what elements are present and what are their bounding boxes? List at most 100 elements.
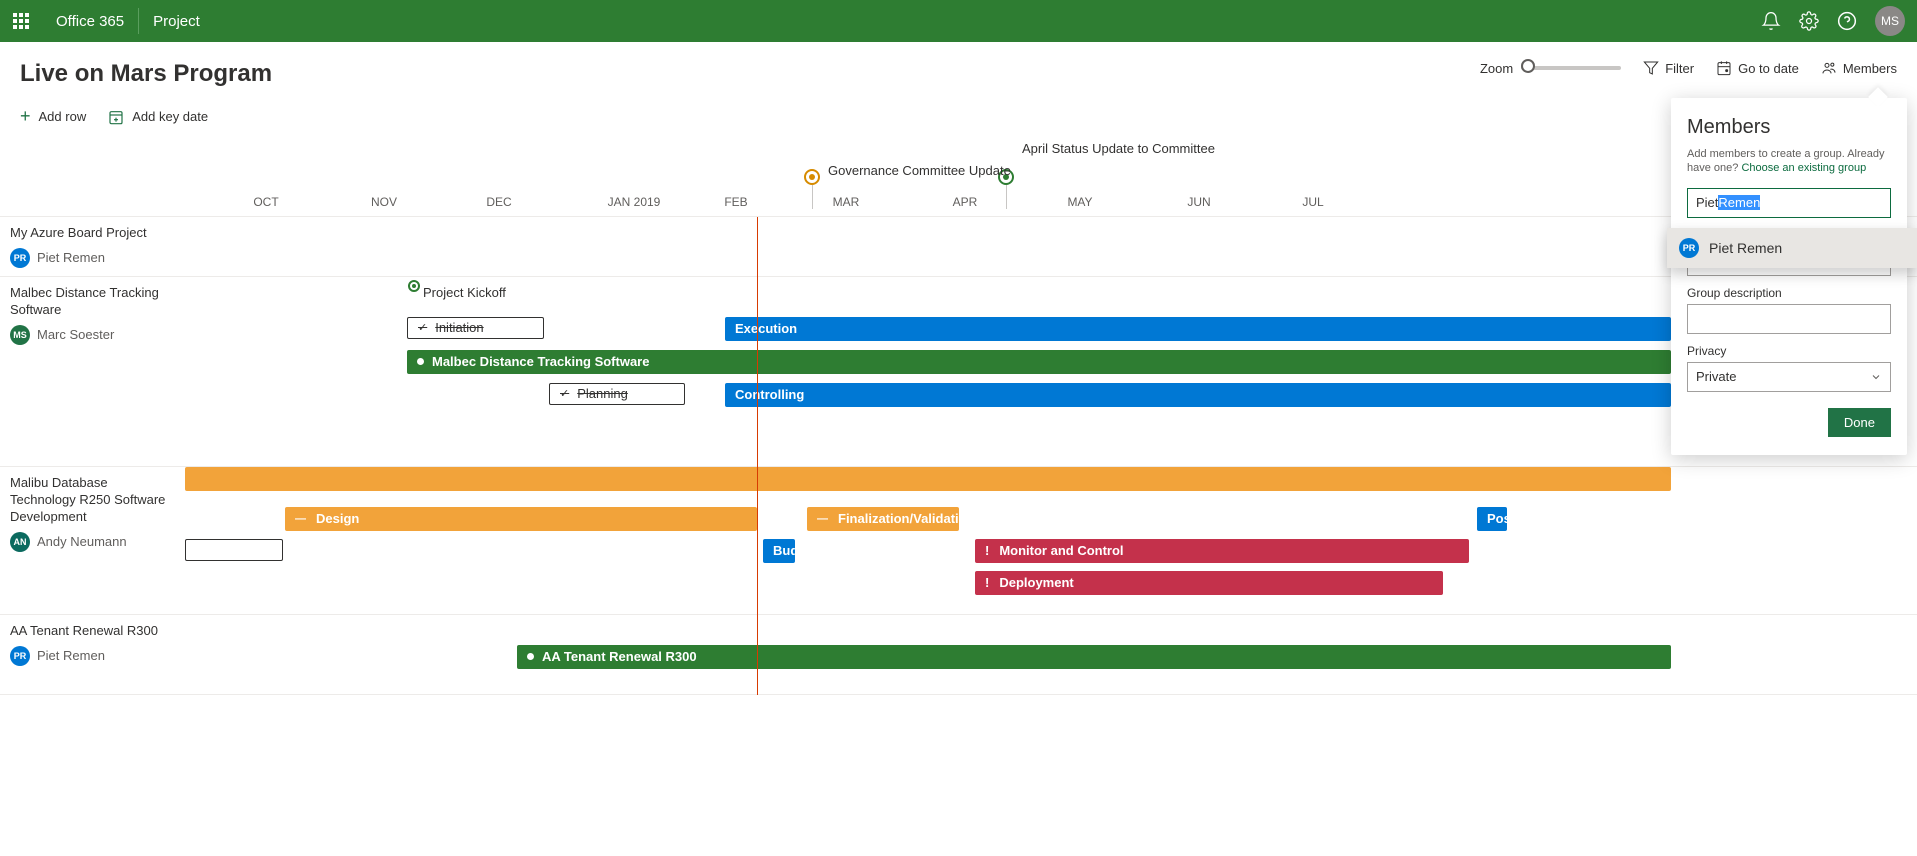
brand-label[interactable]: Office 365 xyxy=(42,8,139,34)
row-label[interactable]: AA Tenant Renewal R300PRPiet Remen xyxy=(0,615,185,694)
key-date-label[interactable]: April Status Update to Committee xyxy=(1022,141,1215,156)
row-title: Malbec Distance Tracking Software xyxy=(10,285,175,319)
task-bar[interactable]: Planning xyxy=(549,383,685,405)
members-panel: Members Add members to create a group. A… xyxy=(1671,98,1907,455)
task-bar[interactable]: Monitor and Control xyxy=(975,539,1469,563)
search-value-prefix: Piet xyxy=(1696,195,1718,210)
members-icon xyxy=(1821,60,1837,76)
month-label: MAY xyxy=(1067,195,1092,209)
timeline-row: Malibu Database Technology R250 Software… xyxy=(0,467,1917,615)
add-row-button[interactable]: + Add row xyxy=(20,106,86,127)
app-name-label[interactable]: Project xyxy=(139,13,214,30)
app-launcher-icon[interactable] xyxy=(0,0,42,42)
goto-date-button[interactable]: Go to date xyxy=(1716,60,1799,76)
key-dates-area: April Status Update to Committee Governan… xyxy=(0,141,1917,191)
page-title: Live on Mars Program xyxy=(20,60,272,88)
suggestion-avatar: PR xyxy=(1679,238,1699,258)
members-label: Members xyxy=(1843,61,1897,76)
panel-title: Members xyxy=(1687,116,1891,139)
task-bar-label: Execution xyxy=(735,321,797,336)
task-bar[interactable]: Finalization/Validation xyxy=(807,507,959,531)
zoom-slider-thumb[interactable] xyxy=(1521,59,1535,73)
panel-subtitle: Add members to create a group. Already h… xyxy=(1687,147,1891,176)
row-person[interactable]: PRPiet Remen xyxy=(10,646,175,666)
row-label[interactable]: Malbec Distance Tracking Software MSMarc … xyxy=(0,277,185,466)
month-label: JAN 2019 xyxy=(608,195,661,209)
suggestion-name: Piet Remen xyxy=(1709,240,1782,256)
member-suggestion-dropdown: PR Piet Remen xyxy=(1667,228,1917,268)
zoom-slider[interactable] xyxy=(1521,66,1621,70)
key-date-label[interactable]: Governance Committee Update xyxy=(828,163,1011,178)
task-bar-label: Deployment xyxy=(999,575,1073,590)
row-canvas xyxy=(185,217,1917,276)
task-bar-label: Pos xyxy=(1487,511,1507,526)
key-date-marker[interactable] xyxy=(804,169,820,185)
month-label: APR xyxy=(953,195,978,209)
filter-button[interactable]: Filter xyxy=(1643,60,1694,76)
add-key-date-label: Add key date xyxy=(132,109,208,124)
row-person[interactable]: PRPiet Remen xyxy=(10,248,175,268)
done-button[interactable]: Done xyxy=(1828,408,1891,437)
filter-icon xyxy=(1643,60,1659,76)
add-key-date-button[interactable]: Add key date xyxy=(108,106,208,127)
notification-icon[interactable] xyxy=(1761,11,1781,31)
add-row-label: Add row xyxy=(39,109,87,124)
month-label: NOV xyxy=(371,195,397,209)
waffle-icon xyxy=(13,13,29,29)
help-icon[interactable] xyxy=(1837,11,1857,31)
task-bar[interactable]: Bud xyxy=(763,539,795,563)
task-bar[interactable]: Pos xyxy=(1477,507,1507,531)
task-bar[interactable]: AA Tenant Renewal R300 xyxy=(517,645,1671,669)
row-canvas: AA Tenant Renewal R300 xyxy=(185,615,1917,694)
privacy-select[interactable]: Private xyxy=(1687,362,1891,392)
member-search-input[interactable]: Piet Remen xyxy=(1687,188,1891,218)
row-canvas: Project Kickoff Initiation Execution Malbec… xyxy=(185,277,1917,466)
row-label[interactable]: My Azure Board Project PRPiet Remen xyxy=(0,217,185,276)
task-bar[interactable] xyxy=(185,467,1671,491)
task-bar[interactable]: Deployment xyxy=(975,571,1443,595)
choose-existing-group-link[interactable]: Choose an existing group xyxy=(1741,162,1866,174)
month-label: FEB xyxy=(724,195,747,209)
row-title: Malibu Database Technology R250 Software… xyxy=(10,475,175,526)
task-bar[interactable]: Malbec Distance Tracking Software xyxy=(407,350,1671,374)
members-button[interactable]: Members xyxy=(1821,60,1897,76)
filter-label: Filter xyxy=(1665,61,1694,76)
milestone-label: Project Kickoff xyxy=(423,285,506,300)
search-value-selected: Remen xyxy=(1718,195,1760,210)
group-description-input[interactable] xyxy=(1687,304,1891,334)
task-bar-label: Planning xyxy=(577,386,628,401)
task-bar-label: Bud xyxy=(773,543,795,558)
row-person[interactable]: ANAndy Neumann xyxy=(10,532,175,552)
task-bar-label: AA Tenant Renewal R300 xyxy=(542,649,697,664)
month-label: MAR xyxy=(833,195,860,209)
person-avatar: PR xyxy=(10,248,30,268)
row-label[interactable]: Malibu Database Technology R250 Software… xyxy=(0,467,185,614)
task-bar[interactable]: Design xyxy=(285,507,757,531)
page-header: Live on Mars Program Zoom Filter Go to d… xyxy=(0,42,1917,88)
task-bar-label: Finalization/Validation xyxy=(838,511,959,526)
top-header: Office 365 Project MS xyxy=(0,0,1917,42)
today-indicator xyxy=(757,217,758,695)
row-person[interactable]: MSMarc Soester xyxy=(10,325,175,345)
timeline-row: Malbec Distance Tracking Software MSMarc … xyxy=(0,277,1917,467)
task-bar[interactable]: Execution xyxy=(725,317,1671,341)
top-right-tools: MS xyxy=(1761,6,1917,36)
chevron-down-icon xyxy=(1870,371,1882,383)
timeline-row: My Azure Board ProjectPRPiet Remen xyxy=(0,217,1917,277)
goto-label: Go to date xyxy=(1738,61,1799,76)
settings-icon[interactable] xyxy=(1799,11,1819,31)
task-bar[interactable]: Initiation xyxy=(407,317,544,339)
task-bar-label: Design xyxy=(316,511,359,526)
row-title: My Azure Board Project xyxy=(10,225,175,242)
person-avatar: MS xyxy=(10,325,30,345)
user-avatar[interactable]: MS xyxy=(1875,6,1905,36)
suggestion-item[interactable]: PR Piet Remen xyxy=(1667,228,1917,268)
task-bar[interactable] xyxy=(1551,383,1671,407)
privacy-value: Private xyxy=(1696,369,1736,384)
person-name: Andy Neumann xyxy=(37,534,127,549)
task-bar-label: Monitor and Control xyxy=(999,543,1123,558)
task-bar[interactable] xyxy=(185,539,283,561)
milestone-marker[interactable] xyxy=(408,280,420,292)
task-bar[interactable]: Controlling xyxy=(725,383,1651,407)
page-tools: Zoom Filter Go to date Members xyxy=(1480,60,1897,76)
